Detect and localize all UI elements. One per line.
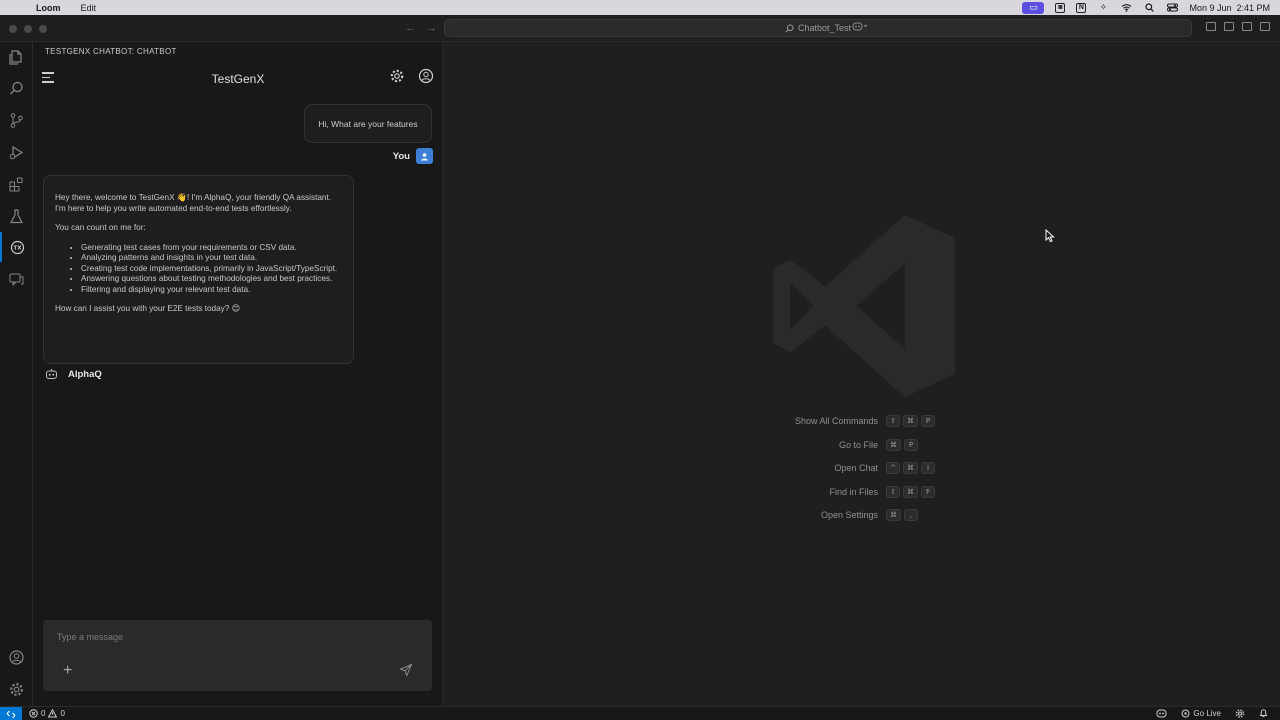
go-live-button[interactable]: Go Live (1181, 709, 1221, 718)
user-message-meta: You (333, 147, 433, 165)
go-live-label: Go Live (1193, 708, 1221, 718)
vscode-watermark-logo-icon (772, 214, 956, 398)
notion-icon[interactable]: N (1076, 2, 1087, 13)
message-input[interactable] (43, 620, 432, 654)
toggle-primary-sidebar-icon[interactable] (1224, 22, 1234, 31)
run-debug-icon[interactable] (0, 137, 33, 167)
chat-title: TestGenX (211, 72, 265, 86)
settings-sync-icon[interactable] (1235, 708, 1245, 718)
wifi-icon[interactable] (1120, 3, 1132, 13)
customize-layout-icon[interactable] (1206, 22, 1216, 31)
testgenx-extension-icon[interactable]: TX (0, 232, 33, 262)
explorer-icon[interactable] (0, 42, 33, 72)
error-icon (29, 709, 38, 718)
close-window-button[interactable] (9, 25, 17, 33)
capture-icon[interactable]: ◙ (1055, 2, 1066, 13)
message-composer: + (43, 620, 432, 691)
search-icon (785, 24, 794, 33)
menubar-app-name[interactable]: Loom (36, 3, 61, 13)
window-controls (9, 25, 47, 33)
list-item: Answering questions about testing method… (81, 274, 342, 285)
status-bar-right: Go Live (1156, 708, 1268, 718)
user-avatar-icon (416, 148, 433, 164)
extensions-icon[interactable] (0, 169, 33, 199)
activity-bar: TX (0, 42, 33, 706)
shortcut-open-chat[interactable]: Open Chat ^ ⌘ I (744, 462, 1044, 487)
user-name-label: You (392, 150, 410, 162)
bot-message-bubble: Hey there, welcome to TestGenX 👋! I'm Al… (43, 175, 354, 364)
testing-flask-icon[interactable] (0, 201, 33, 231)
list-item: Creating test code implementations, prim… (81, 264, 342, 275)
bot-closing-text: How can I assist you with your E2E tests… (55, 304, 241, 313)
shortcut-go-to-file[interactable]: Go to File ⌘ P (744, 438, 1044, 464)
navigation-arrows: ← → (405, 22, 437, 34)
back-arrow-icon[interactable]: ← (405, 22, 416, 34)
bot-robot-icon (46, 369, 57, 379)
copilot-icon[interactable]: ✧ (1097, 2, 1109, 13)
command-center-text: Chatbot_Test (797, 23, 852, 33)
send-message-icon[interactable] (399, 663, 413, 677)
bot-message-meta: AlphaQ (45, 368, 102, 380)
chat-user-profile-icon[interactable] (418, 68, 434, 84)
shortcut-hints: Show All Commands ⇧ ⌘ P Go to File ⌘ P O… (744, 415, 1044, 534)
copilot-status-icon[interactable] (1156, 708, 1167, 718)
bot-intro-text: Hey there, welcome to TestGenX 👋! I'm Al… (55, 193, 331, 213)
shortcut-open-settings[interactable]: Open Settings ⌘ , (744, 509, 1044, 534)
source-control-icon[interactable] (0, 105, 33, 135)
sidebar-title: TESTGENX CHATBOT: CHATBOT (45, 47, 177, 56)
loom-recording-icon[interactable]: ▭ (1022, 1, 1045, 14)
control-center-icon[interactable] (1166, 3, 1178, 13)
zoom-window-button[interactable] (39, 25, 47, 33)
chat-header: TestGenX (33, 64, 443, 92)
add-attachment-button[interactable]: + (63, 663, 72, 679)
bot-name-label: AlphaQ (68, 368, 102, 380)
remote-indicator-icon[interactable] (0, 707, 22, 720)
vscode-window: Loom Edit ▭ ◙ N ✧ Mon 9 Jun 2:41 PM ← → … (0, 0, 1280, 720)
forward-arrow-icon[interactable]: → (426, 22, 437, 34)
notifications-bell-icon[interactable] (1259, 708, 1268, 718)
broadcast-icon (1181, 709, 1190, 717)
bot-count-on-text: You can count on me for: (55, 223, 146, 232)
chatbot-sidebar: TESTGENX CHATBOT: CHATBOT TestGenX Hi, W… (33, 42, 443, 706)
minimize-window-button[interactable] (24, 25, 32, 33)
problems-indicator[interactable]: 0 0 (29, 709, 65, 718)
toggle-panel-icon[interactable] (1242, 22, 1252, 31)
list-item: Analyzing patterns and insights in your … (81, 253, 342, 264)
spotlight-search-icon[interactable] (1143, 3, 1155, 13)
chat-settings-gear-icon[interactable] (389, 68, 405, 84)
user-message-bubble: Hi, What are your features (304, 104, 432, 143)
warning-icon (48, 709, 58, 718)
layout-controls (1206, 22, 1270, 31)
editor-empty-area[interactable]: Show All Commands ⇧ ⌘ P Go to File ⌘ P O… (444, 42, 1280, 706)
manage-gear-icon[interactable] (0, 674, 33, 704)
mouse-cursor-icon (1045, 229, 1055, 243)
accounts-icon[interactable] (0, 642, 33, 672)
user-message-text: Hi, What are your features (318, 118, 418, 129)
macos-menubar: Loom Edit ▭ ◙ N ✧ Mon 9 Jun 2:41 PM (0, 0, 1280, 15)
svg-text:TX: TX (14, 245, 23, 251)
list-item: Filtering and displaying your relevant t… (81, 285, 342, 296)
warning-count: 0 (60, 709, 65, 718)
menubar-datetime[interactable]: Mon 9 Jun 2:41 PM (1189, 3, 1270, 13)
bot-feature-list: Generating test cases from your requirem… (81, 243, 342, 296)
shortcut-show-all-commands[interactable]: Show All Commands ⇧ ⌘ P (744, 415, 1044, 440)
toggle-secondary-sidebar-icon[interactable] (1260, 22, 1270, 31)
list-item: Generating test cases from your requirem… (81, 243, 342, 254)
search-view-icon[interactable] (0, 73, 33, 103)
command-center-search[interactable]: Chatbot_Test (444, 19, 1192, 37)
copilot-menu-icon[interactable] (852, 21, 868, 34)
status-bar: 0 0 Go Live (0, 706, 1280, 720)
menubar-status-area: ▭ ◙ N ✧ Mon 9 Jun 2:41 PM (1022, 0, 1270, 15)
window-titlebar: ← → Chatbot_Test (0, 15, 1280, 42)
menubar-edit[interactable]: Edit (81, 3, 97, 13)
shortcut-find-in-files[interactable]: Find in Files ⇧ ⌘ F (744, 485, 1044, 511)
error-count: 0 (41, 709, 46, 718)
chat-panel-icon[interactable] (0, 264, 33, 294)
